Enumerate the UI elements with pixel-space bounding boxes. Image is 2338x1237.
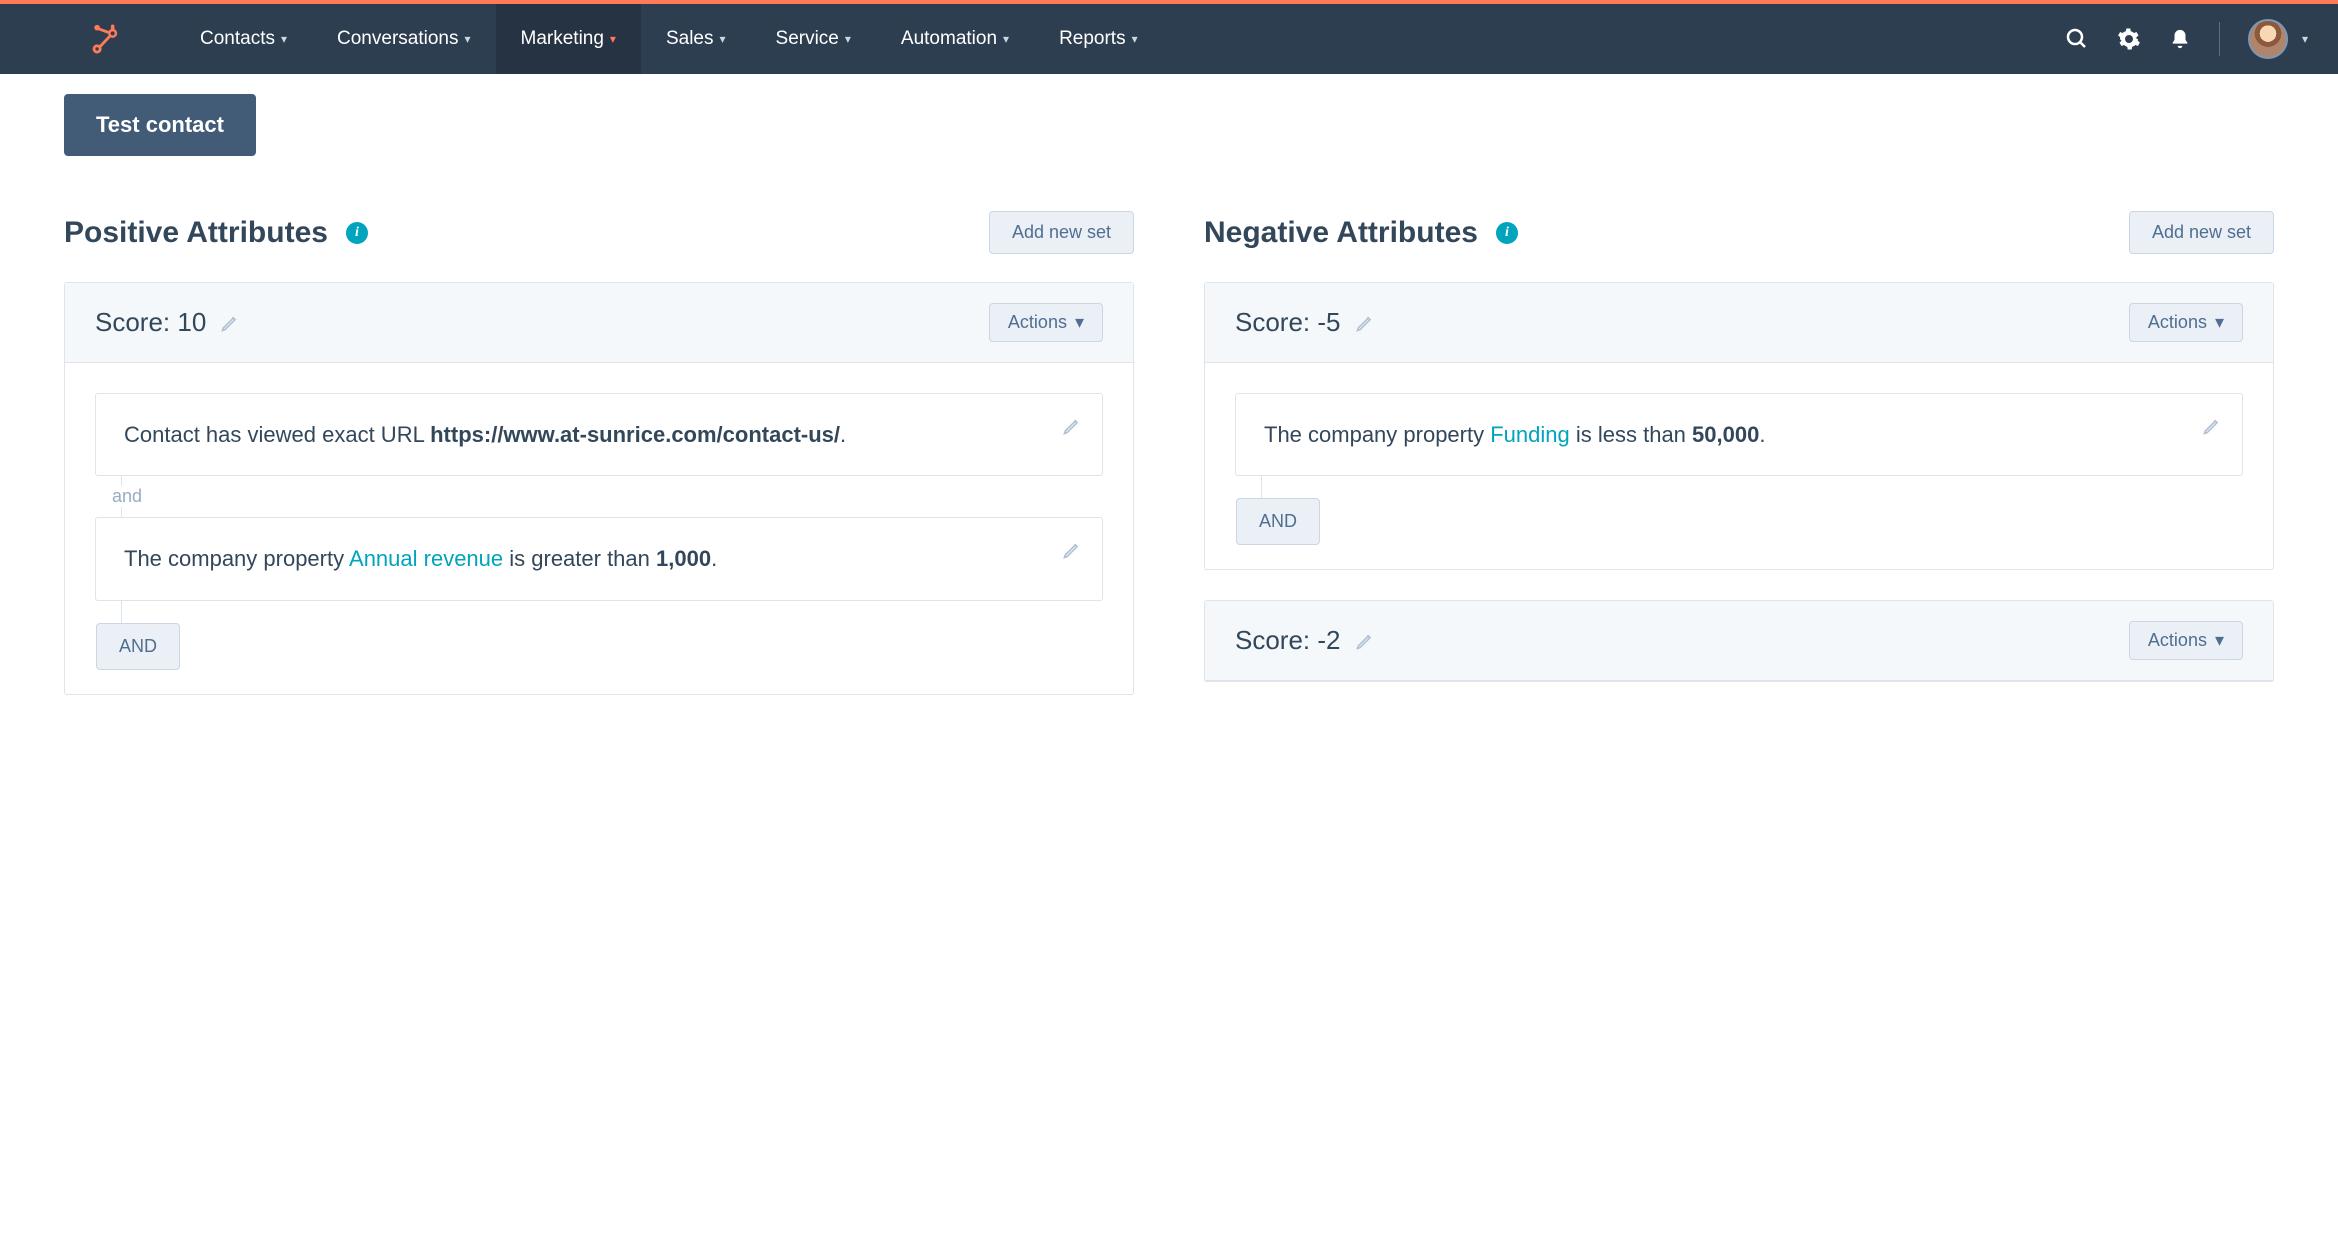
pencil-icon[interactable]: [1355, 631, 1375, 651]
actions-button[interactable]: Actions ▾: [2129, 303, 2243, 342]
negative-column: Negative Attributes i Add new set Score:…: [1204, 211, 2274, 725]
card-body: The company property Funding is less tha…: [1205, 363, 2273, 569]
rule-text: The company property Funding is less tha…: [1264, 422, 1765, 447]
pencil-icon[interactable]: [1062, 540, 1082, 560]
nav-service[interactable]: Service ▾: [751, 4, 876, 74]
section-title: Negative Attributes: [1204, 216, 1478, 250]
card-header: Score: -2 Actions ▾: [1205, 601, 2273, 681]
add-new-set-button[interactable]: Add new set: [2129, 211, 2274, 254]
score-label: Score: 10: [95, 307, 206, 338]
pencil-icon[interactable]: [1355, 313, 1375, 333]
nav-divider: [2219, 22, 2220, 56]
caret-down-icon: ▾: [2215, 312, 2224, 333]
rule-text: The company property Annual revenue is g…: [124, 546, 717, 571]
chevron-down-icon: ▾: [2302, 32, 2308, 46]
nav-sales[interactable]: Sales ▾: [641, 4, 751, 74]
nav-items: Contacts ▾ Conversations ▾ Marketing ▾ S…: [175, 4, 1163, 74]
columns: Positive Attributes i Add new set Score:…: [64, 211, 2274, 725]
nav-label: Reports: [1059, 28, 1126, 50]
rule-box[interactable]: The company property Annual revenue is g…: [95, 517, 1103, 600]
chevron-down-icon: ▾: [1003, 32, 1009, 46]
navbar: Contacts ▾ Conversations ▾ Marketing ▾ S…: [0, 4, 2338, 74]
info-icon[interactable]: i: [1496, 222, 1518, 244]
nav-label: Conversations: [337, 28, 458, 50]
card-header: Score: -5 Actions ▾: [1205, 283, 2273, 363]
and-button[interactable]: AND: [1236, 498, 1320, 545]
rule-text: Contact has viewed exact URL https://www…: [124, 422, 846, 447]
caret-down-icon: ▾: [1075, 312, 1084, 333]
connector-label: and: [106, 486, 148, 507]
section-header: Negative Attributes i Add new set: [1204, 211, 2274, 254]
score-label: Score: -5: [1235, 307, 1341, 338]
nav-marketing[interactable]: Marketing ▾: [496, 4, 641, 74]
test-contact-button[interactable]: Test contact: [64, 94, 256, 156]
actions-label: Actions: [2148, 312, 2207, 333]
hubspot-logo-icon[interactable]: [90, 22, 124, 56]
info-icon[interactable]: i: [346, 222, 368, 244]
search-icon[interactable]: [2065, 27, 2089, 51]
and-wrap: AND: [121, 601, 1103, 670]
connector: and: [121, 476, 1103, 517]
rule-box[interactable]: Contact has viewed exact URL https://www…: [95, 393, 1103, 476]
account-menu[interactable]: ▾: [2248, 19, 2308, 59]
chevron-down-icon: ▾: [1132, 32, 1138, 46]
nav-automation[interactable]: Automation ▾: [876, 4, 1034, 74]
caret-down-icon: ▾: [2215, 630, 2224, 651]
chevron-down-icon: ▾: [281, 32, 287, 46]
score-card: Score: -5 Actions ▾ The company property…: [1204, 282, 2274, 570]
nav-label: Marketing: [521, 28, 604, 50]
nav-label: Sales: [666, 28, 714, 50]
chevron-down-icon: ▾: [610, 32, 616, 46]
rule-box[interactable]: The company property Funding is less tha…: [1235, 393, 2243, 476]
actions-button[interactable]: Actions ▾: [2129, 621, 2243, 660]
section-title: Positive Attributes: [64, 216, 328, 250]
card-body: Contact has viewed exact URL https://www…: [65, 363, 1133, 694]
add-new-set-button[interactable]: Add new set: [989, 211, 1134, 254]
and-button[interactable]: AND: [96, 623, 180, 670]
content: Test contact Positive Attributes i Add n…: [0, 74, 2338, 765]
actions-label: Actions: [2148, 630, 2207, 651]
positive-column: Positive Attributes i Add new set Score:…: [64, 211, 1134, 725]
card-header: Score: 10 Actions ▾: [65, 283, 1133, 363]
nav-right: ▾: [2065, 19, 2308, 59]
score-card: Score: 10 Actions ▾ Contact has viewed e…: [64, 282, 1134, 695]
gear-icon[interactable]: [2117, 27, 2141, 51]
nav-label: Service: [776, 28, 839, 50]
score-card: Score: -2 Actions ▾: [1204, 600, 2274, 682]
pencil-icon[interactable]: [2202, 416, 2222, 436]
nav-conversations[interactable]: Conversations ▾: [312, 4, 495, 74]
score-label: Score: -2: [1235, 625, 1341, 656]
nav-label: Automation: [901, 28, 997, 50]
pencil-icon[interactable]: [1062, 416, 1082, 436]
pencil-icon[interactable]: [220, 313, 240, 333]
actions-label: Actions: [1008, 312, 1067, 333]
section-header: Positive Attributes i Add new set: [64, 211, 1134, 254]
nav-reports[interactable]: Reports ▾: [1034, 4, 1163, 74]
chevron-down-icon: ▾: [845, 32, 851, 46]
nav-contacts[interactable]: Contacts ▾: [175, 4, 312, 74]
nav-label: Contacts: [200, 28, 275, 50]
chevron-down-icon: ▾: [464, 32, 470, 46]
and-wrap: AND: [1261, 476, 2243, 545]
chevron-down-icon: ▾: [719, 32, 725, 46]
avatar: [2248, 19, 2288, 59]
actions-button[interactable]: Actions ▾: [989, 303, 1103, 342]
bell-icon[interactable]: [2169, 27, 2191, 51]
